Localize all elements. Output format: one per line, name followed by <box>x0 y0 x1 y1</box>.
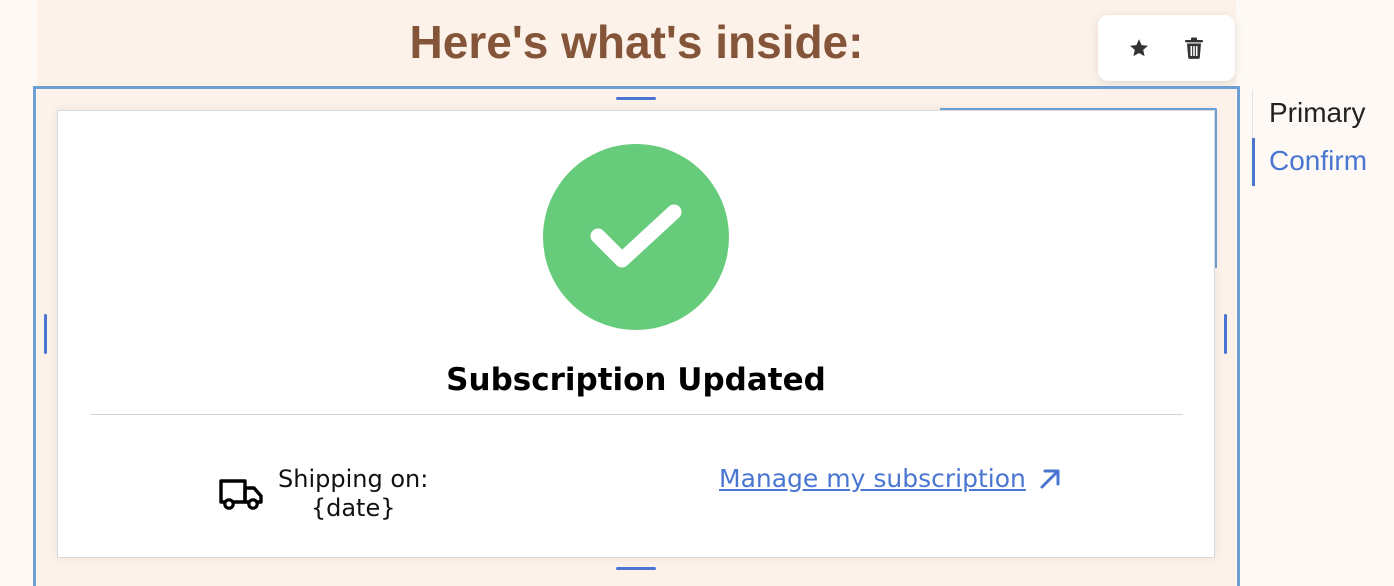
resize-handle-bottom[interactable] <box>616 567 656 570</box>
manage-subscription-link[interactable]: Manage my subscription <box>719 464 1062 493</box>
checkmark-icon <box>590 204 682 268</box>
arrow-up-right-icon <box>1040 469 1060 488</box>
nav-item-primary[interactable]: Primary <box>1252 90 1394 138</box>
card-hover-accent <box>940 108 1217 268</box>
manage-subscription-label: Manage my subscription <box>719 464 1026 493</box>
resize-handle-left[interactable] <box>44 314 47 354</box>
nav-item-label: Primary <box>1269 97 1366 128</box>
shipping-info: Shipping on: {date} <box>218 465 428 523</box>
trash-icon <box>1184 37 1203 59</box>
shipping-label: Shipping on: <box>278 465 429 493</box>
delete-button[interactable] <box>1176 30 1212 66</box>
shipping-date: {date} <box>310 494 396 522</box>
block-toolbar <box>1098 15 1235 81</box>
truck-icon <box>219 479 263 510</box>
star-icon <box>1130 39 1149 57</box>
nav-item-label: Confirm <box>1269 145 1368 176</box>
resize-handle-right[interactable] <box>1224 314 1227 354</box>
variant-nav: Primary Confirm <box>1252 90 1394 186</box>
success-badge <box>543 144 729 330</box>
section-heading: Here's what's inside: <box>409 16 864 68</box>
favorite-button[interactable] <box>1121 30 1157 66</box>
divider <box>90 414 1183 415</box>
resize-handle-top[interactable] <box>616 97 656 100</box>
nav-item-confirm[interactable]: Confirm <box>1252 138 1394 186</box>
status-title: Subscription Updated <box>446 362 826 398</box>
